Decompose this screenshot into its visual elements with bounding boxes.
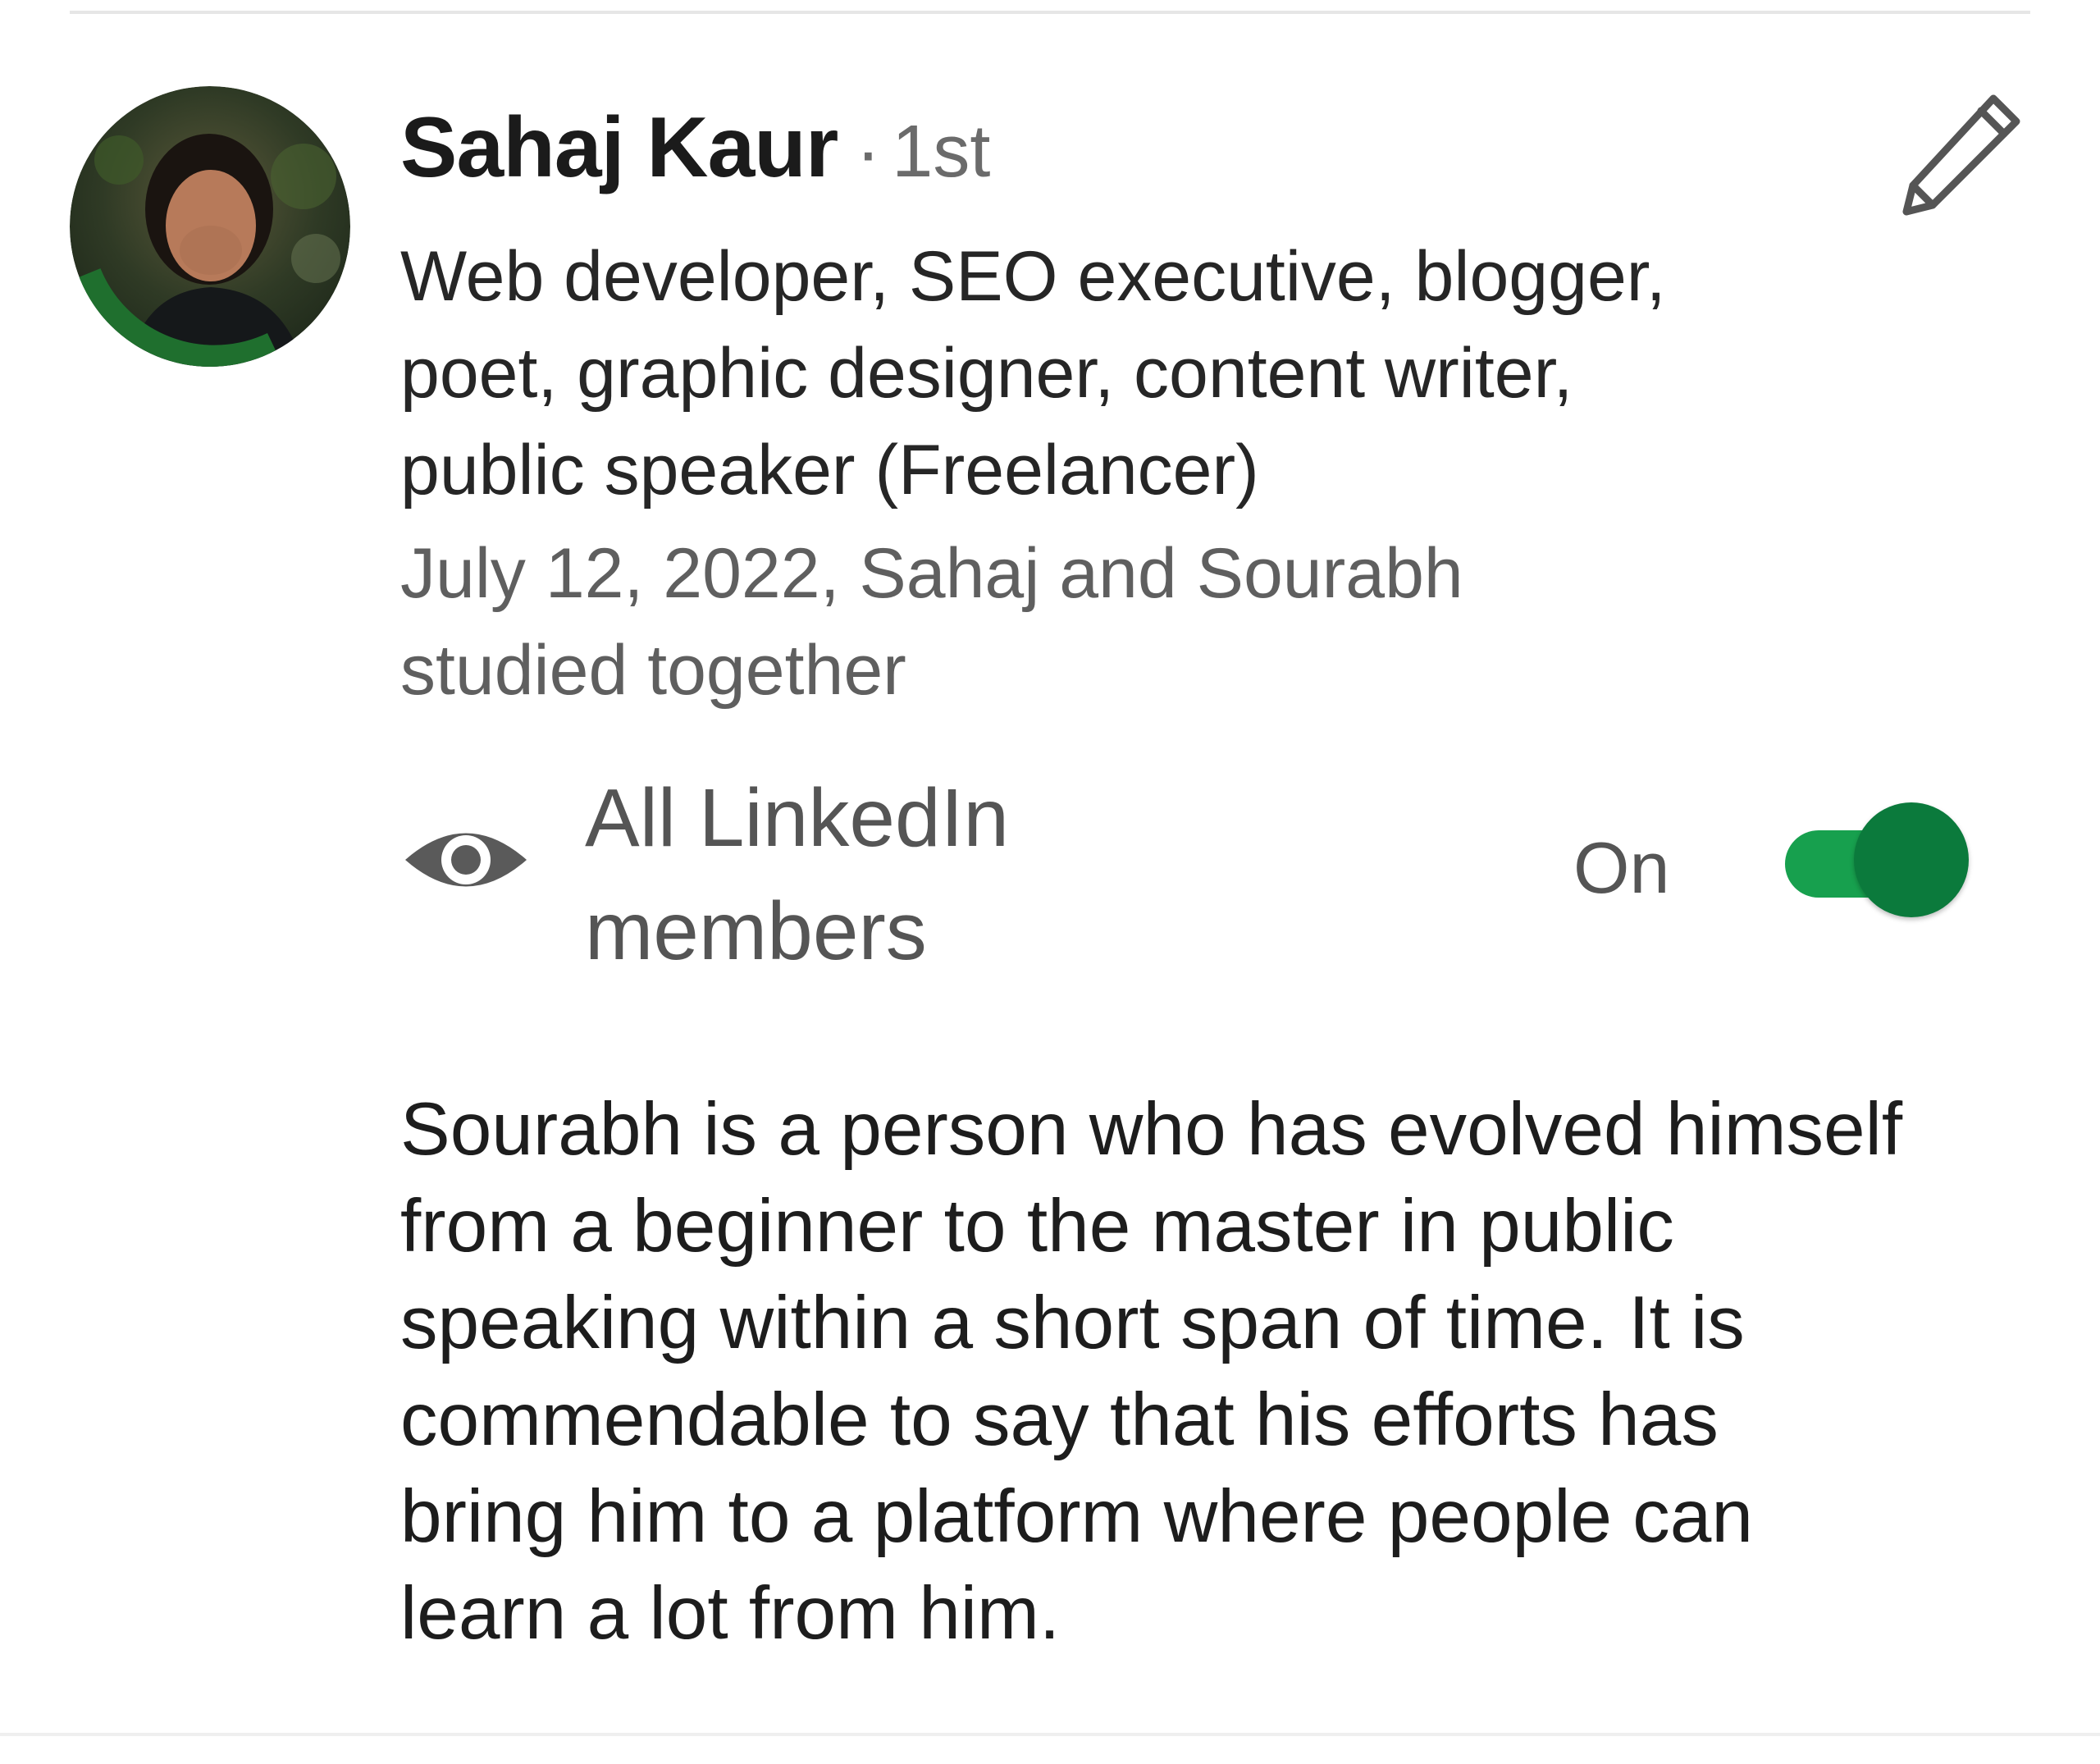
meta-line: studied together — [400, 631, 906, 710]
visibility-row: All LinkedIn members On — [400, 761, 2008, 977]
pencil-icon — [1902, 94, 2020, 216]
degree-separator: · — [856, 111, 881, 193]
recommendation-line: commendable to say that his efforts has — [400, 1378, 1719, 1461]
headline-line: public speaker (Freelancer) — [400, 431, 1259, 510]
recommendation-line: from a beginner to the master in public — [400, 1185, 1674, 1268]
recommendation-line: Sourabh is a person who has evolved hims… — [400, 1088, 1903, 1171]
headline-line: poet, graphic designer, content writer, — [400, 334, 1573, 413]
edit-button[interactable] — [1895, 90, 2026, 222]
toggle-knob — [1854, 802, 1969, 917]
recommender-headline: Web developer, SEO executive, blogger, p… — [400, 228, 1877, 519]
visibility-label: All LinkedIn members — [585, 761, 1009, 988]
recommender-name-line: Sahaj Kaur · 1st — [400, 105, 990, 190]
top-divider — [70, 11, 2030, 14]
visibility-label-line: All LinkedIn — [585, 772, 1009, 864]
recommendation-line: bring him to a platform where people can — [400, 1475, 1754, 1558]
avatar-image — [70, 86, 350, 367]
avatar[interactable] — [70, 86, 350, 367]
recommender-name[interactable]: Sahaj Kaur — [400, 100, 838, 195]
headline-line: Web developer, SEO executive, blogger, — [400, 237, 1666, 316]
recommendation-line: speaking within a short span of time. It… — [400, 1282, 1745, 1364]
eye-icon — [405, 833, 527, 887]
visibility-toggle[interactable] — [1785, 802, 1982, 925]
recommendation-meta: July 12, 2022, Sahaj and Sourabh studied… — [400, 525, 1877, 719]
meta-line: July 12, 2022, Sahaj and Sourabh — [400, 534, 1463, 613]
recommendation-line: learn a lot from him. — [400, 1572, 1061, 1655]
connection-degree: 1st — [892, 111, 991, 193]
recommendation-text: Sourabh is a person who has evolved hims… — [400, 1081, 2041, 1662]
bottom-divider — [0, 1733, 2100, 1736]
visibility-label-line: members — [585, 885, 927, 977]
visibility-state: On — [1573, 827, 1670, 908]
